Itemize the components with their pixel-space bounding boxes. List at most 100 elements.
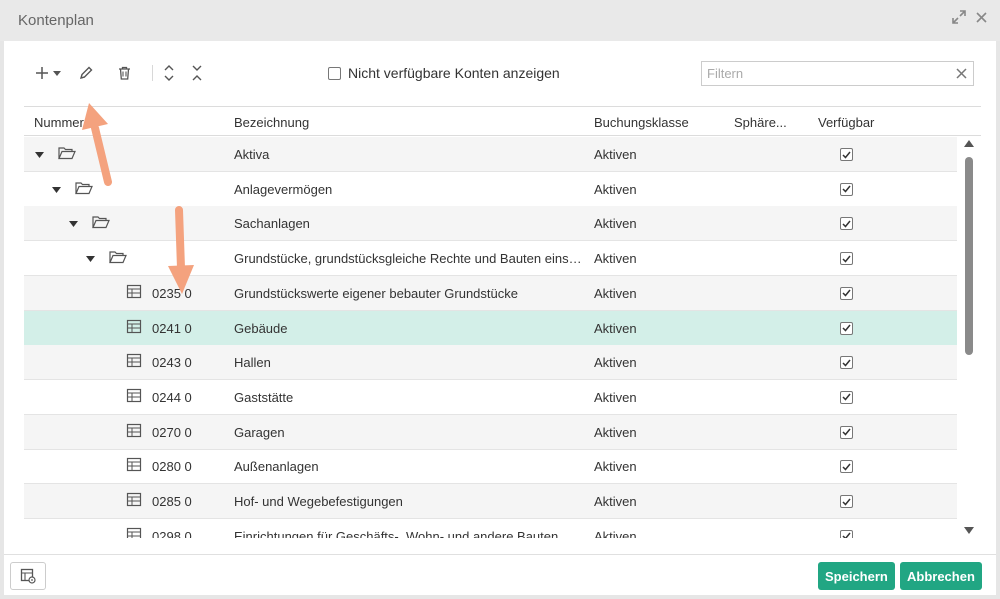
expand-icon[interactable]	[952, 10, 966, 24]
available-checkbox[interactable]	[840, 286, 853, 300]
tree-row[interactable]: Sachanlagen Aktiven	[24, 206, 957, 242]
show-unavailable-checkbox[interactable]	[328, 66, 341, 80]
account-buchungsklasse: Aktiven	[594, 424, 637, 440]
account-bezeichnung: Anlagevermögen	[234, 181, 333, 197]
available-checkbox[interactable]	[840, 252, 853, 266]
account-table-icon	[126, 353, 142, 369]
account-number: 0241 0	[152, 320, 192, 336]
accounts-tree-grid: Nummer Bezeichnung Buchungsklasse Sphäre…	[24, 106, 981, 538]
cancel-button[interactable]: Abbrechen	[900, 562, 982, 590]
account-number: 0244 0	[152, 389, 192, 405]
available-checkbox[interactable]	[840, 495, 853, 508]
trash-icon[interactable]	[115, 64, 133, 82]
dialog-footer: Speichern Abbrechen	[4, 554, 996, 595]
account-buchungsklasse: Aktiven	[594, 320, 637, 336]
account-bezeichnung: Einrichtungen für Geschäfts-, Wohn- und …	[234, 528, 559, 538]
available-checkbox[interactable]	[840, 217, 853, 231]
tree-row[interactable]: 0285 0 Hof- und Wegebefestigungen Aktiven	[24, 484, 957, 519]
folder-open-icon	[75, 181, 93, 196]
account-bezeichnung: Hof- und Wegebefestigungen	[234, 494, 403, 509]
caret-down-icon[interactable]	[34, 150, 44, 160]
account-buchungsklasse: Aktiven	[594, 216, 637, 232]
toolbar-divider	[152, 65, 153, 81]
available-checkbox[interactable]	[840, 182, 853, 196]
layout-settings-button[interactable]	[10, 562, 46, 590]
tree-row[interactable]: 0280 0 Außenanlagen Aktiven	[24, 449, 957, 485]
add-icon[interactable]	[33, 64, 51, 82]
filter-input[interactable]	[702, 62, 942, 85]
show-unavailable-label: Nicht verfügbare Konten anzeigen	[348, 65, 560, 81]
layout-settings-icon	[20, 568, 36, 584]
account-buchungsklasse: Aktiven	[594, 459, 637, 475]
tree-row[interactable]: Aktiva Aktiven	[24, 137, 957, 172]
caret-down-icon[interactable]	[85, 254, 95, 264]
account-bezeichnung: Aktiva	[234, 147, 270, 162]
collapse-all-icon[interactable]	[188, 64, 206, 82]
column-header-verfuegbar[interactable]: Verfügbar	[818, 115, 874, 130]
clear-icon[interactable]	[954, 66, 969, 81]
column-header-number[interactable]: Nummer	[34, 115, 84, 130]
account-buchungsklasse: Aktiven	[594, 494, 637, 509]
pencil-icon[interactable]	[77, 64, 95, 82]
folder-open-icon	[109, 250, 127, 265]
close-icon[interactable]	[974, 10, 988, 24]
toolbar: Nicht verfügbare Konten anzeigen	[24, 55, 974, 91]
column-header-sphaere[interactable]: Sphäre...	[734, 115, 787, 130]
available-checkbox[interactable]	[840, 390, 853, 404]
account-buchungsklasse: Aktiven	[594, 355, 637, 371]
account-number: 0298 0	[152, 528, 192, 538]
tree-row[interactable]: 0235 0 Grundstückswerte eigener bebauter …	[24, 275, 957, 311]
account-number: 0243 0	[152, 355, 192, 371]
account-buchungsklasse: Aktiven	[594, 181, 637, 197]
account-bezeichnung: Grundstücke, grundstücksgleiche Rechte u…	[234, 251, 586, 267]
scrollbar-thumb[interactable]	[965, 157, 973, 355]
account-bezeichnung: Grundstückswerte eigener bebauter Grunds…	[234, 285, 518, 301]
account-table-icon	[126, 457, 142, 473]
expand-all-icon[interactable]	[160, 64, 178, 82]
account-bezeichnung: Garagen	[234, 424, 285, 440]
scroll-down-icon[interactable]	[964, 527, 974, 535]
available-checkbox[interactable]	[840, 460, 853, 474]
caret-down-icon[interactable]	[68, 219, 78, 229]
dialog-body: Nicht verfügbare Konten anzeigen Nummer …	[4, 41, 996, 554]
vertical-scrollbar[interactable]	[961, 137, 977, 538]
grid-rows: Aktiva Aktiven Anlagevermögen Aktiven Sachan…	[24, 137, 957, 538]
available-checkbox[interactable]	[840, 425, 853, 439]
account-number: 0285 0	[152, 494, 192, 509]
account-bezeichnung: Gaststätte	[234, 389, 294, 405]
account-buchungsklasse: Aktiven	[594, 528, 637, 538]
column-header-buchungsklasse[interactable]: Buchungsklasse	[594, 115, 689, 130]
account-bezeichnung: Sachanlagen	[234, 216, 310, 232]
available-checkbox[interactable]	[840, 321, 853, 335]
caret-down-icon[interactable]	[51, 185, 61, 195]
available-checkbox[interactable]	[840, 148, 853, 161]
window-title: Kontenplan	[18, 12, 94, 29]
tree-row[interactable]: 0298 0 Einrichtungen für Geschäfts-, Wohn…	[24, 519, 957, 538]
column-header-bezeichnung[interactable]: Bezeichnung	[234, 115, 309, 130]
tree-row[interactable]: 0241 0 Gebäude Aktiven	[24, 310, 957, 346]
tree-row[interactable]: Anlagevermögen Aktiven	[24, 172, 957, 207]
scroll-up-icon[interactable]	[964, 139, 974, 147]
account-number: 0280 0	[152, 459, 192, 475]
tree-row[interactable]: 0270 0 Garagen Aktiven	[24, 414, 957, 450]
account-bezeichnung: Hallen	[234, 355, 271, 371]
account-buchungsklasse: Aktiven	[594, 147, 637, 162]
account-table-icon	[126, 527, 142, 538]
save-button[interactable]: Speichern	[818, 562, 895, 590]
account-table-icon	[126, 423, 142, 439]
account-number: 0270 0	[152, 424, 192, 440]
available-checkbox[interactable]	[840, 529, 853, 538]
window-controls	[952, 10, 988, 24]
account-table-icon	[126, 319, 142, 335]
show-unavailable-toggle[interactable]: Nicht verfügbare Konten anzeigen	[328, 65, 560, 81]
available-checkbox[interactable]	[840, 356, 853, 370]
account-table-icon	[126, 388, 142, 404]
filter-field[interactable]	[701, 61, 974, 86]
tree-row[interactable]: 0244 0 Gaststätte Aktiven	[24, 380, 957, 415]
caret-down-icon[interactable]	[52, 64, 62, 82]
account-buchungsklasse: Aktiven	[594, 251, 637, 267]
tree-row[interactable]: Grundstücke, grundstücksgleiche Rechte u…	[24, 241, 957, 277]
account-table-icon	[126, 492, 142, 508]
tree-row[interactable]: 0243 0 Hallen Aktiven	[24, 345, 957, 381]
account-bezeichnung: Außenanlagen	[234, 459, 319, 475]
